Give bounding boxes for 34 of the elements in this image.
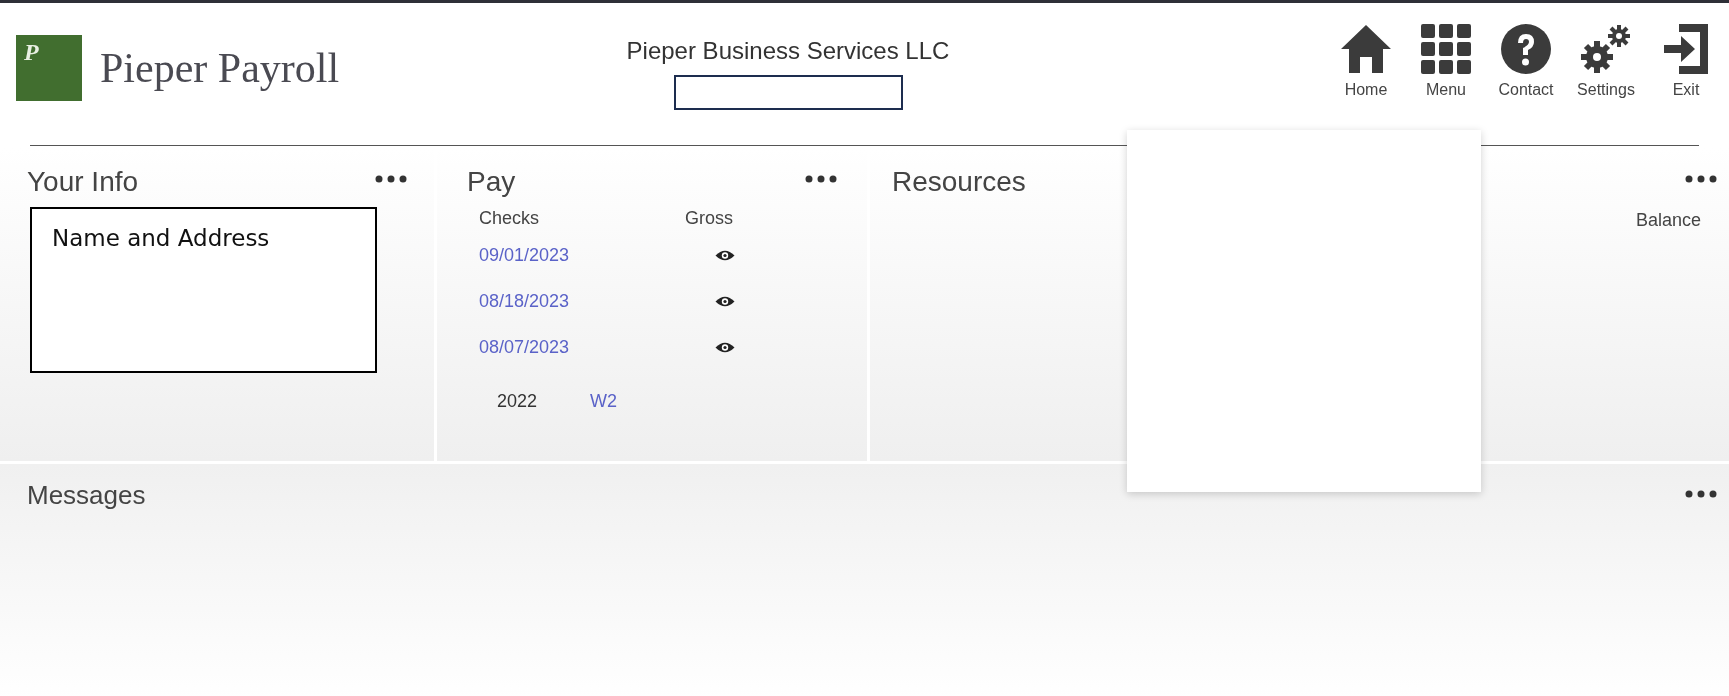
view-icon[interactable]: [715, 248, 735, 262]
exit-icon: [1663, 23, 1709, 75]
view-icon[interactable]: [715, 294, 735, 308]
check-date-link[interactable]: 08/07/2023: [479, 333, 715, 361]
brand-name: Pieper Payroll: [100, 43, 340, 93]
view-icon[interactable]: [715, 340, 735, 354]
nav-button[interactable]: Settings: [1573, 23, 1639, 102]
input-field[interactable]: [673, 75, 903, 110]
panel-title: Pay: [467, 165, 516, 199]
column-header: Balance: [1635, 209, 1701, 232]
check-date-link[interactable]: 08/18/2023: [479, 287, 715, 315]
menu-icon: [1420, 23, 1472, 75]
more-icon[interactable]: [805, 175, 837, 183]
w2-link[interactable]: W2: [590, 388, 617, 415]
column-header: Checks: [479, 207, 541, 230]
nav-button[interactable]: Menu: [1413, 23, 1479, 102]
nav-button[interactable]: Contact: [1493, 23, 1559, 102]
home-icon: [1339, 23, 1393, 75]
panel-title: Your Info: [27, 165, 139, 199]
nav-button[interactable]: Exit: [1653, 23, 1719, 102]
year-label: 2022: [497, 390, 539, 413]
check-date-link[interactable]: 09/01/2023: [479, 241, 715, 269]
nav-button[interactable]: Home: [1333, 23, 1399, 102]
more-icon[interactable]: [1685, 490, 1717, 498]
more-icon[interactable]: [375, 175, 407, 183]
logo-mark: P: [16, 35, 82, 101]
panel-title: Resources: [892, 165, 1026, 199]
help-icon: [1500, 23, 1552, 75]
column-header: Gross: [685, 207, 733, 230]
panel-title: Messages: [27, 479, 146, 512]
settings-icon: [1579, 23, 1633, 75]
company-name: Pieper Business Services LLC: [626, 36, 950, 66]
name-address-box: Name and Address: [30, 207, 377, 373]
more-icon[interactable]: [1685, 175, 1717, 183]
